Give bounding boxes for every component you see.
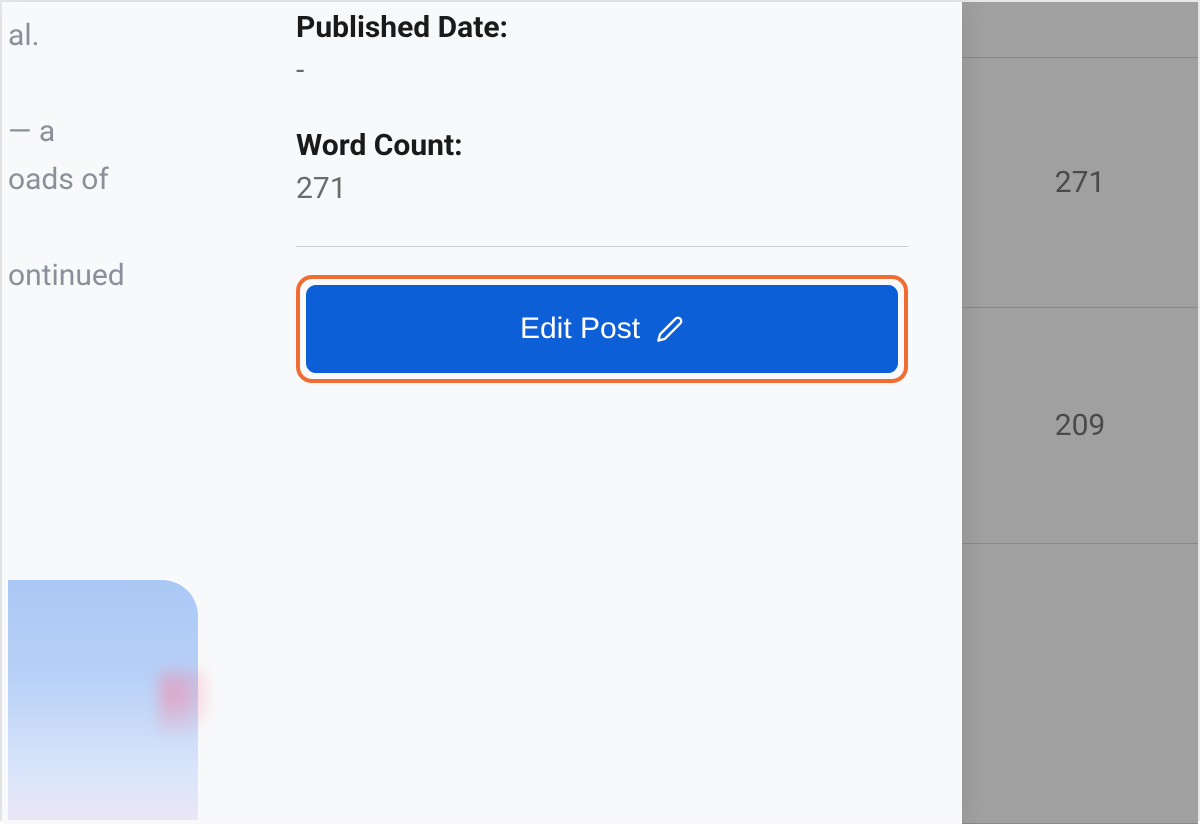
word-count-value: 271 [296, 171, 908, 206]
published-date-value: - [296, 53, 908, 88]
post-body-preview: al. — a oads of ontinued [8, 12, 125, 348]
edit-post-highlight: Edit Post [296, 275, 908, 383]
list-word-count: 209 [1055, 408, 1106, 443]
edit-post-label: Edit Post [520, 312, 640, 346]
list-row [962, 544, 1198, 824]
preview-line: al. [8, 12, 125, 60]
preview-line: — a oads of [8, 108, 125, 204]
pencil-icon [656, 315, 684, 343]
post-metadata: Published Date: - Word Count: 271 Edit P… [296, 10, 908, 383]
section-divider [296, 246, 908, 247]
list-row: 209 [962, 308, 1198, 544]
post-detail-panel: al. — a oads of ontinued Published Date:… [2, 2, 962, 823]
post-thumbnail [8, 580, 198, 820]
post-list-background: 271 209 [962, 2, 1198, 823]
preview-line: ontinued [8, 252, 125, 300]
word-count-label: Word Count: [296, 128, 908, 163]
published-date-label: Published Date: [296, 10, 908, 45]
edit-post-button[interactable]: Edit Post [306, 285, 898, 373]
list-row-fragment [962, 2, 1198, 58]
list-word-count: 271 [1055, 165, 1106, 200]
list-row: 271 [962, 58, 1198, 308]
